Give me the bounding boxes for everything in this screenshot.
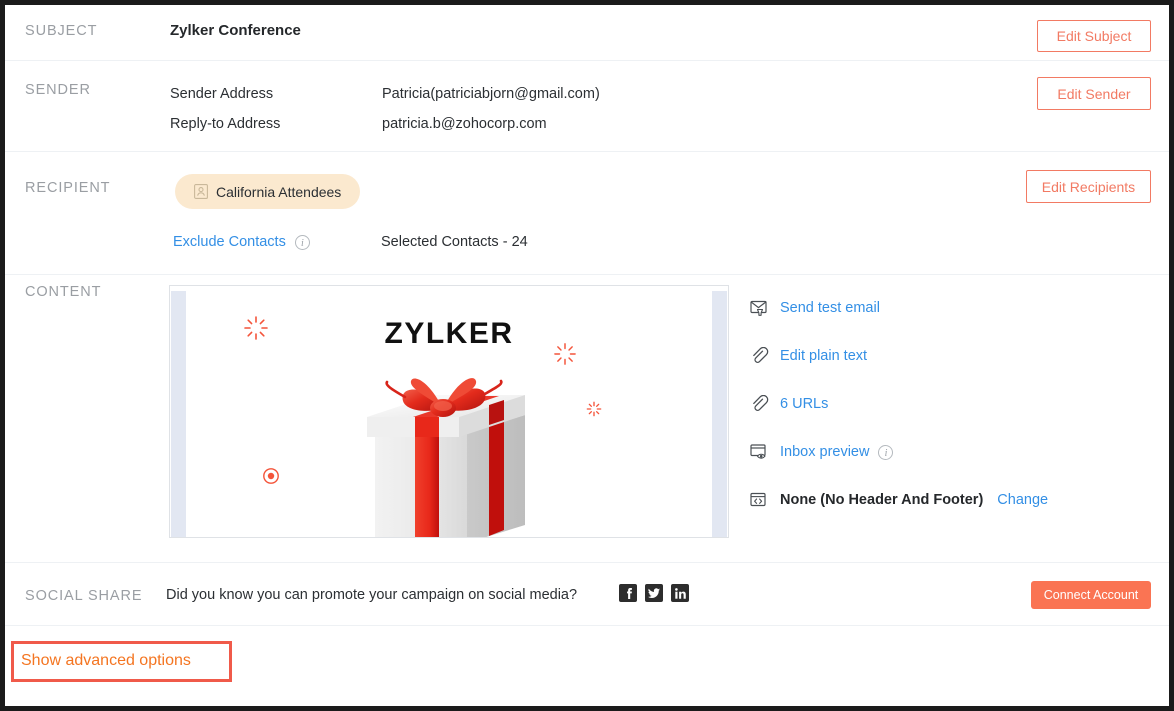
inbox-preview-icon [750, 443, 780, 461]
gift-box-illustration [339, 373, 559, 537]
recipient-chip[interactable]: California Attendees [175, 174, 361, 209]
preview-right-gutter [712, 291, 727, 537]
spark-decoration [244, 316, 268, 345]
info-icon[interactable]: i [294, 234, 310, 250]
send-test-email-link[interactable]: Send test email [780, 300, 880, 316]
dot-decoration [262, 467, 280, 490]
inbox-preview-row[interactable]: Inbox preview i [750, 441, 1160, 463]
content-section: CONTENT ZYLKER Send test email Edit plai… [5, 275, 1169, 563]
paperclip-icon [750, 347, 780, 365]
recipient-section: RECIPIENT California Attendees Exclude C… [5, 152, 1169, 275]
urls-link[interactable]: 6 URLs [780, 396, 828, 412]
subject-value: Zylker Conference [170, 22, 301, 39]
subject-section-label: SUBJECT [25, 23, 98, 39]
edit-recipients-button[interactable]: Edit Recipients [1026, 170, 1151, 203]
sender-address-label: Sender Address [170, 86, 274, 102]
reply-to-address-value: patricia.b@zohocorp.com [382, 116, 547, 132]
recipient-links: Exclude Contacts i [173, 234, 310, 250]
info-icon[interactable]: i [878, 444, 894, 460]
subject-section: SUBJECT Zylker Conference Edit Subject [5, 5, 1169, 61]
preview-canvas: ZYLKER [186, 291, 712, 537]
spark-decoration [554, 343, 576, 370]
content-section-label: CONTENT [25, 284, 102, 300]
spark-decoration [586, 401, 602, 422]
reply-to-address-label: Reply-to Address [170, 116, 281, 132]
facebook-icon[interactable] [619, 584, 637, 602]
footer-section: Show advanced options [5, 626, 1169, 706]
social-share-section: SOCIAL SHARE Did you know you can promot… [5, 563, 1169, 626]
edit-plain-text-row[interactable]: Edit plain text [750, 345, 1160, 367]
test-email-icon [750, 299, 780, 317]
connect-account-button[interactable]: Connect Account [1031, 581, 1151, 609]
campaign-review-panel: SUBJECT Zylker Conference Edit Subject S… [5, 5, 1169, 706]
urls-row[interactable]: 6 URLs [750, 393, 1160, 415]
header-footer-row: None (No Header And Footer) Change [750, 489, 1160, 511]
preview-left-gutter [171, 291, 186, 537]
edit-subject-button[interactable]: Edit Subject [1037, 20, 1151, 52]
sender-address-value: Patricia(patriciabjorn@gmail.com) [382, 86, 600, 102]
header-footer-value: None (No Header And Footer) [780, 492, 984, 508]
contact-card-icon [194, 184, 208, 199]
recipient-section-label: RECIPIENT [25, 180, 111, 196]
sender-section: SENDER Sender Address Patricia(patriciab… [5, 61, 1169, 152]
edit-plain-text-link[interactable]: Edit plain text [780, 348, 867, 364]
show-advanced-options-link[interactable]: Show advanced options [21, 652, 191, 670]
screenshot-root: SUBJECT Zylker Conference Edit Subject S… [0, 0, 1174, 711]
linkedin-icon[interactable] [671, 584, 689, 602]
code-brackets-icon [750, 491, 780, 509]
social-share-section-label: SOCIAL SHARE [25, 588, 143, 604]
change-header-footer-link[interactable]: Change [997, 492, 1048, 508]
inbox-preview-link[interactable]: Inbox preview [780, 444, 869, 460]
send-test-email-row[interactable]: Send test email [750, 297, 1160, 319]
twitter-icon[interactable] [645, 584, 663, 602]
content-actions-list: Send test email Edit plain text 6 URLs I… [750, 297, 1160, 511]
social-icon-group [619, 584, 689, 602]
social-share-text: Did you know you can promote your campai… [166, 587, 578, 603]
selected-contacts-count: Selected Contacts - 24 [381, 234, 528, 250]
paperclip-icon [750, 395, 780, 413]
edit-sender-button[interactable]: Edit Sender [1037, 77, 1151, 110]
sender-section-label: SENDER [25, 82, 91, 98]
exclude-contacts-link[interactable]: Exclude Contacts [173, 234, 286, 250]
email-content-preview[interactable]: ZYLKER [169, 285, 729, 538]
recipient-chip-label: California Attendees [216, 183, 342, 200]
